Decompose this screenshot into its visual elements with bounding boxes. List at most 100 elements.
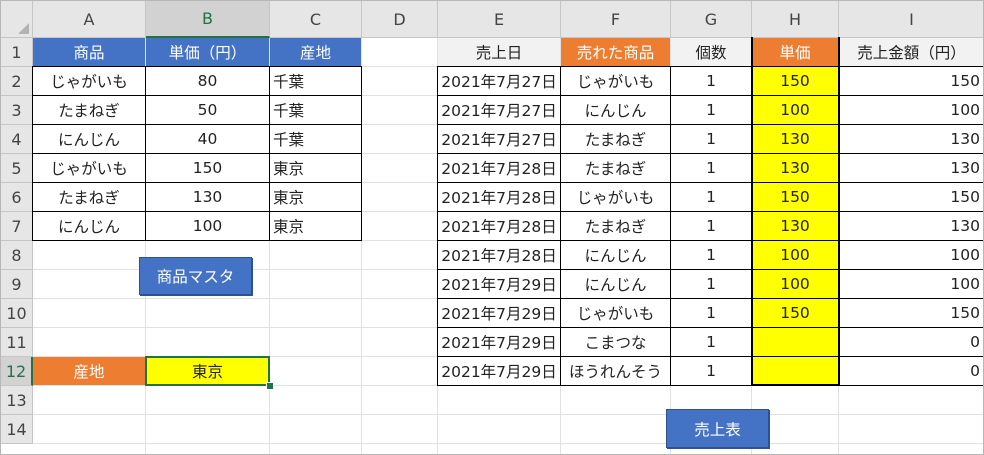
- origin-filter-label[interactable]: 産地: [33, 357, 145, 385]
- master-header-price[interactable]: 単価（円）: [146, 38, 269, 66]
- sales-cell-product[interactable]: じゃがいも: [561, 299, 670, 327]
- row-header-8[interactable]: 8: [1, 241, 33, 270]
- row-header-4[interactable]: 4: [1, 125, 33, 154]
- sales-cell-product[interactable]: こまつな: [561, 328, 670, 356]
- sales-cell-product[interactable]: たまねぎ: [561, 125, 670, 153]
- sales-cell-qty[interactable]: 1: [671, 96, 751, 124]
- master-header-product[interactable]: 商品: [33, 38, 145, 66]
- row-header-10[interactable]: 10: [1, 299, 33, 328]
- column-header-a[interactable]: A: [33, 1, 146, 38]
- sales-cell-date[interactable]: 2021年7月28日: [438, 183, 560, 211]
- sales-cell-product[interactable]: たまねぎ: [561, 212, 670, 240]
- sales-cell-price[interactable]: 100: [752, 241, 838, 269]
- sales-cell-price[interactable]: 100: [752, 96, 838, 124]
- fill-handle[interactable]: [266, 382, 274, 390]
- master-cell[interactable]: たまねぎ: [33, 96, 145, 124]
- row-header-13[interactable]: 13: [1, 386, 33, 415]
- sales-cell-qty[interactable]: 1: [671, 154, 751, 182]
- sales-cell-price[interactable]: 130: [752, 125, 838, 153]
- column-header-c[interactable]: C: [270, 1, 362, 38]
- sales-cell-product[interactable]: じゃがいも: [561, 67, 670, 95]
- sales-cell-qty[interactable]: 1: [671, 270, 751, 298]
- sales-cell-amount[interactable]: 130: [839, 212, 983, 240]
- master-cell[interactable]: 50: [146, 96, 269, 124]
- master-cell[interactable]: たまねぎ: [33, 183, 145, 211]
- sales-cell-qty[interactable]: 1: [671, 357, 751, 385]
- sales-cell-product[interactable]: たまねぎ: [561, 154, 670, 182]
- row-header-2[interactable]: 2: [1, 67, 33, 96]
- sales-cell-amount[interactable]: 150: [839, 183, 983, 211]
- sales-cell-amount[interactable]: 0: [839, 357, 983, 385]
- column-header-b[interactable]: B: [146, 1, 270, 38]
- sales-cell-date[interactable]: 2021年7月27日: [438, 67, 560, 95]
- master-cell[interactable]: 130: [146, 183, 269, 211]
- select-all-corner[interactable]: [1, 1, 33, 38]
- sales-cell-price[interactable]: 130: [752, 212, 838, 240]
- sales-header-date[interactable]: 売上日: [438, 38, 560, 66]
- column-header-g[interactable]: G: [671, 1, 752, 38]
- master-cell[interactable]: 東京: [270, 183, 361, 211]
- row-header-11[interactable]: 11: [1, 328, 33, 357]
- master-cell[interactable]: 80: [146, 67, 269, 95]
- row-header-6[interactable]: 6: [1, 183, 33, 212]
- row-header-14[interactable]: 14: [1, 415, 33, 444]
- master-cell[interactable]: 千葉: [270, 96, 361, 124]
- origin-filter-value-cell[interactable]: 東京: [145, 356, 270, 386]
- sales-cell-product[interactable]: ほうれんそう: [561, 357, 670, 385]
- sales-cell-amount[interactable]: 100: [839, 241, 983, 269]
- sales-cell-price[interactable]: [752, 357, 838, 385]
- row-header-5[interactable]: 5: [1, 154, 33, 183]
- sales-cell-amount[interactable]: 130: [839, 125, 983, 153]
- product-master-button[interactable]: 商品マスタ: [139, 257, 252, 295]
- sales-cell-product[interactable]: にんじん: [561, 96, 670, 124]
- sales-cell-qty[interactable]: 1: [671, 67, 751, 95]
- sales-header-price[interactable]: 単価: [752, 38, 838, 66]
- sales-cell-product[interactable]: にんじん: [561, 270, 670, 298]
- sales-cell-price[interactable]: 100: [752, 270, 838, 298]
- row-header-3[interactable]: 3: [1, 96, 33, 125]
- sales-table-button[interactable]: 売上表: [666, 409, 769, 448]
- sales-cell-qty[interactable]: 1: [671, 183, 751, 211]
- master-cell[interactable]: 100: [146, 212, 269, 240]
- master-cell[interactable]: にんじん: [33, 212, 145, 240]
- column-header-e[interactable]: E: [438, 1, 561, 38]
- master-cell[interactable]: 40: [146, 125, 269, 153]
- sales-cell-product[interactable]: にんじん: [561, 241, 670, 269]
- sales-cell-amount[interactable]: 130: [839, 154, 983, 182]
- row-header-7[interactable]: 7: [1, 212, 33, 241]
- sales-cell-date[interactable]: 2021年7月27日: [438, 125, 560, 153]
- master-cell[interactable]: 東京: [270, 212, 361, 240]
- master-cell[interactable]: 千葉: [270, 125, 361, 153]
- sales-cell-date[interactable]: 2021年7月29日: [438, 270, 560, 298]
- master-cell[interactable]: じゃがいも: [33, 154, 145, 182]
- row-header-9[interactable]: 9: [1, 270, 33, 299]
- master-header-origin[interactable]: 産地: [270, 38, 361, 66]
- sales-cell-amount[interactable]: 0: [839, 328, 983, 356]
- column-header-f[interactable]: F: [561, 1, 671, 38]
- sales-cell-qty[interactable]: 1: [671, 299, 751, 327]
- sales-cell-amount[interactable]: 150: [839, 67, 983, 95]
- sales-cell-qty[interactable]: 1: [671, 328, 751, 356]
- sales-header-amount[interactable]: 売上金額（円）: [839, 38, 983, 66]
- sales-cell-date[interactable]: 2021年7月27日: [438, 96, 560, 124]
- column-header-d[interactable]: D: [362, 1, 438, 38]
- sales-cell-qty[interactable]: 1: [671, 212, 751, 240]
- sales-cell-qty[interactable]: 1: [671, 125, 751, 153]
- sales-header-qty[interactable]: 個数: [671, 38, 751, 66]
- sales-cell-amount[interactable]: 100: [839, 96, 983, 124]
- sales-cell-date[interactable]: 2021年7月29日: [438, 299, 560, 327]
- sales-cell-qty[interactable]: 1: [671, 241, 751, 269]
- sales-cell-date[interactable]: 2021年7月29日: [438, 328, 560, 356]
- sales-cell-date[interactable]: 2021年7月28日: [438, 241, 560, 269]
- sales-cell-date[interactable]: 2021年7月28日: [438, 154, 560, 182]
- row-header-1[interactable]: 1: [1, 38, 33, 67]
- master-cell[interactable]: 千葉: [270, 67, 361, 95]
- row-header-12[interactable]: 12: [1, 357, 33, 386]
- master-cell[interactable]: 東京: [270, 154, 361, 182]
- sales-cell-price[interactable]: [752, 328, 838, 356]
- master-cell[interactable]: 150: [146, 154, 269, 182]
- sales-cell-price[interactable]: 150: [752, 183, 838, 211]
- master-cell[interactable]: じゃがいも: [33, 67, 145, 95]
- sales-cell-amount[interactable]: 100: [839, 270, 983, 298]
- sales-cell-date[interactable]: 2021年7月28日: [438, 212, 560, 240]
